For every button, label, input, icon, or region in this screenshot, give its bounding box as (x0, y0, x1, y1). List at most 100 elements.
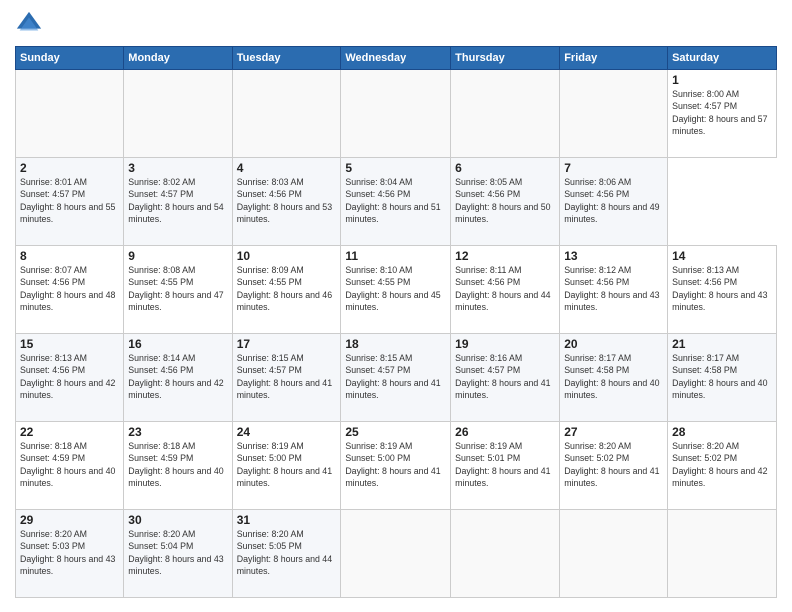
day-number: 21 (672, 337, 772, 351)
day-number: 30 (128, 513, 227, 527)
calendar-day-cell: 4Sunrise: 8:03 AMSunset: 4:56 PMDaylight… (232, 158, 341, 246)
day-info: Sunrise: 8:18 AMSunset: 4:59 PMDaylight:… (128, 440, 227, 489)
calendar-day-cell: 9Sunrise: 8:08 AMSunset: 4:55 PMDaylight… (124, 246, 232, 334)
calendar-header-row: SundayMondayTuesdayWednesdayThursdayFrid… (16, 47, 777, 70)
day-number: 4 (237, 161, 337, 175)
day-number: 13 (564, 249, 663, 263)
day-number: 28 (672, 425, 772, 439)
day-info: Sunrise: 8:19 AMSunset: 5:00 PMDaylight:… (345, 440, 446, 489)
header (15, 10, 777, 38)
day-number: 3 (128, 161, 227, 175)
day-info: Sunrise: 8:04 AMSunset: 4:56 PMDaylight:… (345, 176, 446, 225)
empty-cell (341, 510, 451, 598)
calendar-day-cell: 15Sunrise: 8:13 AMSunset: 4:56 PMDayligh… (16, 334, 124, 422)
day-number: 20 (564, 337, 663, 351)
day-number: 18 (345, 337, 446, 351)
calendar-day-cell: 11Sunrise: 8:10 AMSunset: 4:55 PMDayligh… (341, 246, 451, 334)
day-info: Sunrise: 8:19 AMSunset: 5:01 PMDaylight:… (455, 440, 555, 489)
day-info: Sunrise: 8:09 AMSunset: 4:55 PMDaylight:… (237, 264, 337, 313)
calendar-day-cell: 29Sunrise: 8:20 AMSunset: 5:03 PMDayligh… (16, 510, 124, 598)
calendar-header-monday: Monday (124, 47, 232, 70)
empty-cell (124, 70, 232, 158)
day-info: Sunrise: 8:15 AMSunset: 4:57 PMDaylight:… (345, 352, 446, 401)
calendar-week-row: 15Sunrise: 8:13 AMSunset: 4:56 PMDayligh… (16, 334, 777, 422)
calendar-day-cell: 22Sunrise: 8:18 AMSunset: 4:59 PMDayligh… (16, 422, 124, 510)
day-number: 16 (128, 337, 227, 351)
day-number: 25 (345, 425, 446, 439)
calendar-day-cell: 14Sunrise: 8:13 AMSunset: 4:56 PMDayligh… (668, 246, 777, 334)
calendar-week-row: 29Sunrise: 8:20 AMSunset: 5:03 PMDayligh… (16, 510, 777, 598)
calendar-header-tuesday: Tuesday (232, 47, 341, 70)
calendar-week-row: 1Sunrise: 8:00 AMSunset: 4:57 PMDaylight… (16, 70, 777, 158)
day-info: Sunrise: 8:19 AMSunset: 5:00 PMDaylight:… (237, 440, 337, 489)
day-number: 6 (455, 161, 555, 175)
day-number: 11 (345, 249, 446, 263)
day-number: 14 (672, 249, 772, 263)
calendar-day-cell: 2Sunrise: 8:01 AMSunset: 4:57 PMDaylight… (16, 158, 124, 246)
empty-cell (16, 70, 124, 158)
calendar-day-cell: 3Sunrise: 8:02 AMSunset: 4:57 PMDaylight… (124, 158, 232, 246)
calendar-day-cell: 20Sunrise: 8:17 AMSunset: 4:58 PMDayligh… (560, 334, 668, 422)
empty-cell (451, 70, 560, 158)
empty-cell (232, 70, 341, 158)
day-number: 10 (237, 249, 337, 263)
day-info: Sunrise: 8:18 AMSunset: 4:59 PMDaylight:… (20, 440, 119, 489)
calendar-day-cell: 26Sunrise: 8:19 AMSunset: 5:01 PMDayligh… (451, 422, 560, 510)
day-info: Sunrise: 8:15 AMSunset: 4:57 PMDaylight:… (237, 352, 337, 401)
calendar-day-cell: 27Sunrise: 8:20 AMSunset: 5:02 PMDayligh… (560, 422, 668, 510)
day-number: 27 (564, 425, 663, 439)
day-number: 31 (237, 513, 337, 527)
logo-icon (15, 10, 43, 38)
calendar-day-cell: 5Sunrise: 8:04 AMSunset: 4:56 PMDaylight… (341, 158, 451, 246)
day-number: 19 (455, 337, 555, 351)
calendar-day-cell: 16Sunrise: 8:14 AMSunset: 4:56 PMDayligh… (124, 334, 232, 422)
day-number: 23 (128, 425, 227, 439)
day-info: Sunrise: 8:17 AMSunset: 4:58 PMDaylight:… (672, 352, 772, 401)
day-info: Sunrise: 8:12 AMSunset: 4:56 PMDaylight:… (564, 264, 663, 313)
day-number: 7 (564, 161, 663, 175)
day-info: Sunrise: 8:03 AMSunset: 4:56 PMDaylight:… (237, 176, 337, 225)
calendar-header-thursday: Thursday (451, 47, 560, 70)
empty-cell (560, 70, 668, 158)
empty-cell (668, 510, 777, 598)
day-number: 24 (237, 425, 337, 439)
calendar-day-cell: 10Sunrise: 8:09 AMSunset: 4:55 PMDayligh… (232, 246, 341, 334)
calendar-day-cell: 1Sunrise: 8:00 AMSunset: 4:57 PMDaylight… (668, 70, 777, 158)
day-info: Sunrise: 8:06 AMSunset: 4:56 PMDaylight:… (564, 176, 663, 225)
day-info: Sunrise: 8:20 AMSunset: 5:02 PMDaylight:… (564, 440, 663, 489)
day-number: 15 (20, 337, 119, 351)
day-info: Sunrise: 8:11 AMSunset: 4:56 PMDaylight:… (455, 264, 555, 313)
day-info: Sunrise: 8:07 AMSunset: 4:56 PMDaylight:… (20, 264, 119, 313)
logo (15, 10, 47, 38)
empty-cell (341, 70, 451, 158)
calendar-table: SundayMondayTuesdayWednesdayThursdayFrid… (15, 46, 777, 598)
day-info: Sunrise: 8:02 AMSunset: 4:57 PMDaylight:… (128, 176, 227, 225)
day-number: 12 (455, 249, 555, 263)
day-number: 5 (345, 161, 446, 175)
day-info: Sunrise: 8:00 AMSunset: 4:57 PMDaylight:… (672, 88, 772, 137)
calendar-week-row: 2Sunrise: 8:01 AMSunset: 4:57 PMDaylight… (16, 158, 777, 246)
calendar-header-wednesday: Wednesday (341, 47, 451, 70)
day-info: Sunrise: 8:20 AMSunset: 5:03 PMDaylight:… (20, 528, 119, 577)
day-info: Sunrise: 8:17 AMSunset: 4:58 PMDaylight:… (564, 352, 663, 401)
day-info: Sunrise: 8:10 AMSunset: 4:55 PMDaylight:… (345, 264, 446, 313)
day-info: Sunrise: 8:08 AMSunset: 4:55 PMDaylight:… (128, 264, 227, 313)
day-info: Sunrise: 8:20 AMSunset: 5:02 PMDaylight:… (672, 440, 772, 489)
day-number: 17 (237, 337, 337, 351)
calendar-day-cell: 25Sunrise: 8:19 AMSunset: 5:00 PMDayligh… (341, 422, 451, 510)
calendar-day-cell: 18Sunrise: 8:15 AMSunset: 4:57 PMDayligh… (341, 334, 451, 422)
empty-cell (451, 510, 560, 598)
calendar-day-cell: 24Sunrise: 8:19 AMSunset: 5:00 PMDayligh… (232, 422, 341, 510)
calendar-day-cell: 7Sunrise: 8:06 AMSunset: 4:56 PMDaylight… (560, 158, 668, 246)
calendar-day-cell: 21Sunrise: 8:17 AMSunset: 4:58 PMDayligh… (668, 334, 777, 422)
calendar-day-cell: 31Sunrise: 8:20 AMSunset: 5:05 PMDayligh… (232, 510, 341, 598)
calendar-day-cell: 28Sunrise: 8:20 AMSunset: 5:02 PMDayligh… (668, 422, 777, 510)
day-number: 1 (672, 73, 772, 87)
calendar-day-cell: 23Sunrise: 8:18 AMSunset: 4:59 PMDayligh… (124, 422, 232, 510)
day-number: 8 (20, 249, 119, 263)
day-info: Sunrise: 8:16 AMSunset: 4:57 PMDaylight:… (455, 352, 555, 401)
day-info: Sunrise: 8:13 AMSunset: 4:56 PMDaylight:… (20, 352, 119, 401)
day-info: Sunrise: 8:01 AMSunset: 4:57 PMDaylight:… (20, 176, 119, 225)
day-number: 22 (20, 425, 119, 439)
calendar-day-cell: 13Sunrise: 8:12 AMSunset: 4:56 PMDayligh… (560, 246, 668, 334)
